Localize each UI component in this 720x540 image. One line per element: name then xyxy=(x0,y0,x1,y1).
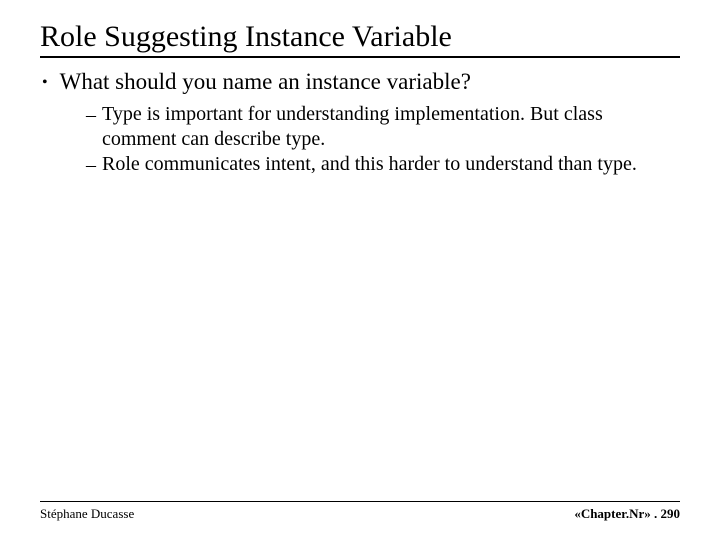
bullet-dot-icon: • xyxy=(42,68,48,98)
bullet-sub2-text: Role communicates intent, and this harde… xyxy=(102,152,637,177)
bullet-main-text: What should you name an instance variabl… xyxy=(60,68,471,96)
footer-page: «Chapter.Nr» . 290 xyxy=(574,506,680,522)
slide: Role Suggesting Instance Variable • What… xyxy=(0,0,720,540)
bullet-sub1-text: Type is important for understanding impl… xyxy=(102,102,642,152)
slide-title: Role Suggesting Instance Variable xyxy=(40,20,680,58)
slide-footer: Stéphane Ducasse «Chapter.Nr» . 290 xyxy=(40,501,680,522)
bullet-level-2: – Type is important for understanding im… xyxy=(86,102,680,152)
bullet-dash-icon: – xyxy=(86,102,96,128)
bullet-level-1: • What should you name an instance varia… xyxy=(40,68,680,98)
footer-author: Stéphane Ducasse xyxy=(40,506,134,522)
bullet-dash-icon: – xyxy=(86,152,96,178)
bullet-level-2: – Role communicates intent, and this har… xyxy=(86,152,680,178)
